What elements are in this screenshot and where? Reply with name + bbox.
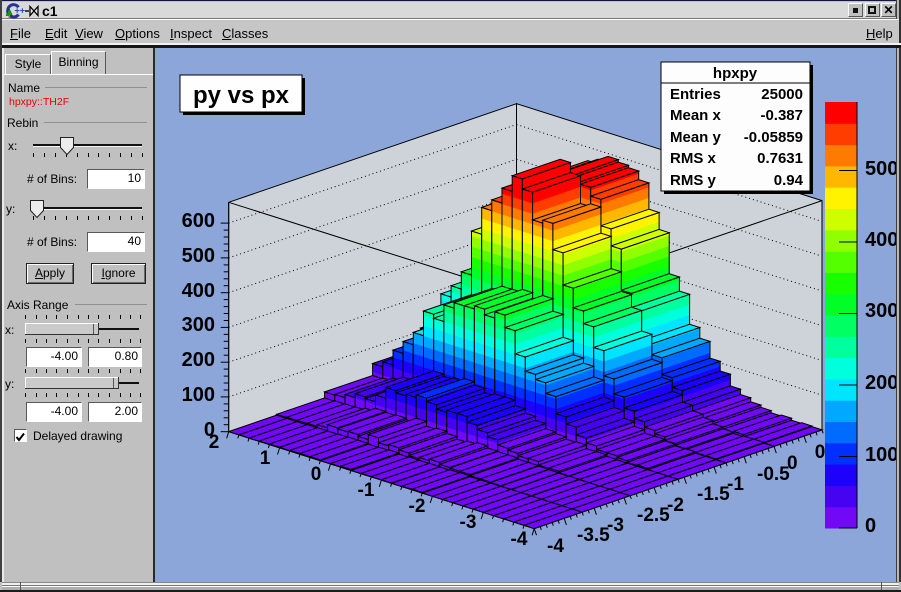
svg-text:-2.5: -2.5 — [637, 505, 670, 526]
svg-text:-2: -2 — [409, 496, 426, 517]
svg-text:-1.5: -1.5 — [697, 484, 730, 505]
svg-text:0.94: 0.94 — [774, 172, 804, 189]
svg-text:0: 0 — [865, 515, 876, 537]
svg-text:500: 500 — [182, 245, 215, 267]
svg-text:0: 0 — [311, 464, 322, 485]
svg-text:Entries: Entries — [670, 86, 721, 103]
svg-text:-4: -4 — [547, 536, 564, 557]
svg-text:-3.5: -3.5 — [577, 525, 610, 546]
svg-text:-3: -3 — [460, 512, 477, 533]
svg-text:500: 500 — [865, 158, 896, 180]
svg-text:200: 200 — [182, 349, 215, 371]
svg-text:RMS y: RMS y — [670, 172, 717, 189]
svg-text:RMS x: RMS x — [670, 150, 717, 167]
svg-text:0: 0 — [787, 453, 798, 474]
svg-text:600: 600 — [182, 210, 215, 232]
svg-text:0: 0 — [204, 419, 215, 441]
svg-text:0: 0 — [815, 442, 826, 463]
svg-text:400: 400 — [182, 280, 215, 302]
svg-text:Mean y: Mean y — [670, 129, 722, 146]
svg-text:-0.5: -0.5 — [757, 464, 790, 485]
svg-text:-4: -4 — [511, 529, 528, 550]
svg-text:-3: -3 — [607, 515, 624, 536]
svg-text:300: 300 — [182, 314, 215, 336]
svg-text:++: ++ — [15, 6, 26, 16]
svg-text:100: 100 — [182, 384, 215, 406]
svg-text:200: 200 — [865, 372, 896, 394]
svg-text:Mean x: Mean x — [670, 107, 722, 124]
svg-text:1: 1 — [260, 448, 271, 469]
svg-text:400: 400 — [865, 229, 896, 251]
svg-text:100: 100 — [865, 444, 896, 466]
svg-text:25000: 25000 — [761, 86, 803, 103]
svg-text:0.7631: 0.7631 — [757, 150, 803, 167]
svg-text:py vs px: py vs px — [193, 82, 290, 109]
svg-text:-2: -2 — [667, 495, 684, 516]
svg-text:-0.387: -0.387 — [760, 107, 803, 124]
svg-text:hpxpy: hpxpy — [713, 65, 758, 82]
svg-text:-0.05859: -0.05859 — [744, 129, 803, 146]
svg-text:-1: -1 — [727, 474, 744, 495]
svg-text:300: 300 — [865, 300, 896, 322]
svg-text:-1: -1 — [358, 480, 375, 501]
